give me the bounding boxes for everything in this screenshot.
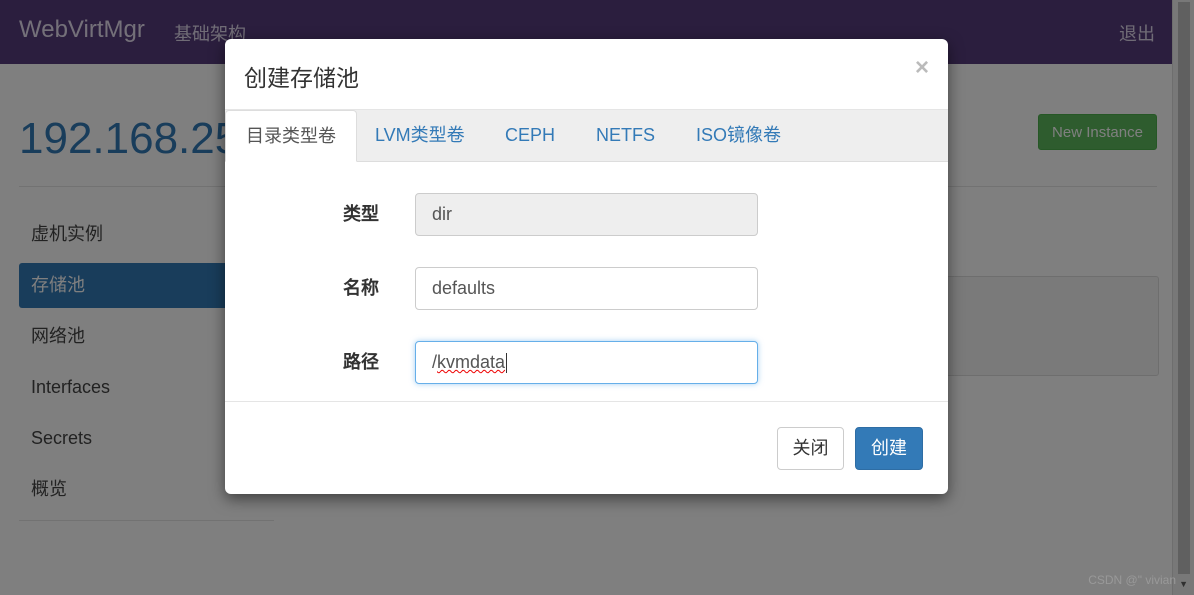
close-icon[interactable]: ×	[915, 54, 929, 82]
close-button[interactable]: 关闭	[777, 427, 844, 470]
type-row: 类型 dir	[225, 193, 948, 236]
type-field: dir	[415, 193, 758, 236]
pool-type-tabs: 目录类型卷 LVM类型卷 CEPH NETFS ISO镜像卷	[225, 109, 948, 162]
type-label: 类型	[343, 204, 379, 224]
tab-ceph[interactable]: CEPH	[485, 110, 575, 161]
tab-netfs[interactable]: NETFS	[576, 110, 675, 161]
name-row: 名称 defaults	[225, 267, 948, 310]
text-caret	[506, 353, 508, 374]
name-field[interactable]: defaults	[415, 267, 758, 310]
modal-header: 创建存储池 ×	[225, 39, 948, 109]
create-button[interactable]: 创建	[855, 427, 923, 470]
tab-directory[interactable]: 目录类型卷	[225, 110, 357, 162]
path-label: 路径	[343, 352, 379, 372]
path-value: kvmdata	[437, 352, 506, 372]
tab-iso[interactable]: ISO镜像卷	[676, 110, 801, 161]
name-label: 名称	[343, 278, 379, 298]
path-row: 路径 /kvmdata	[225, 341, 948, 384]
modal-title: 创建存储池	[244, 65, 359, 91]
path-field[interactable]: /kvmdata	[415, 341, 758, 384]
modal-footer-divider	[225, 401, 948, 402]
tab-lvm[interactable]: LVM类型卷	[355, 110, 485, 161]
create-storage-pool-dialog: 创建存储池 × 目录类型卷 LVM类型卷 CEPH NETFS ISO镜像卷 类…	[225, 39, 948, 494]
watermark: CSDN @" vivian	[1088, 573, 1176, 587]
